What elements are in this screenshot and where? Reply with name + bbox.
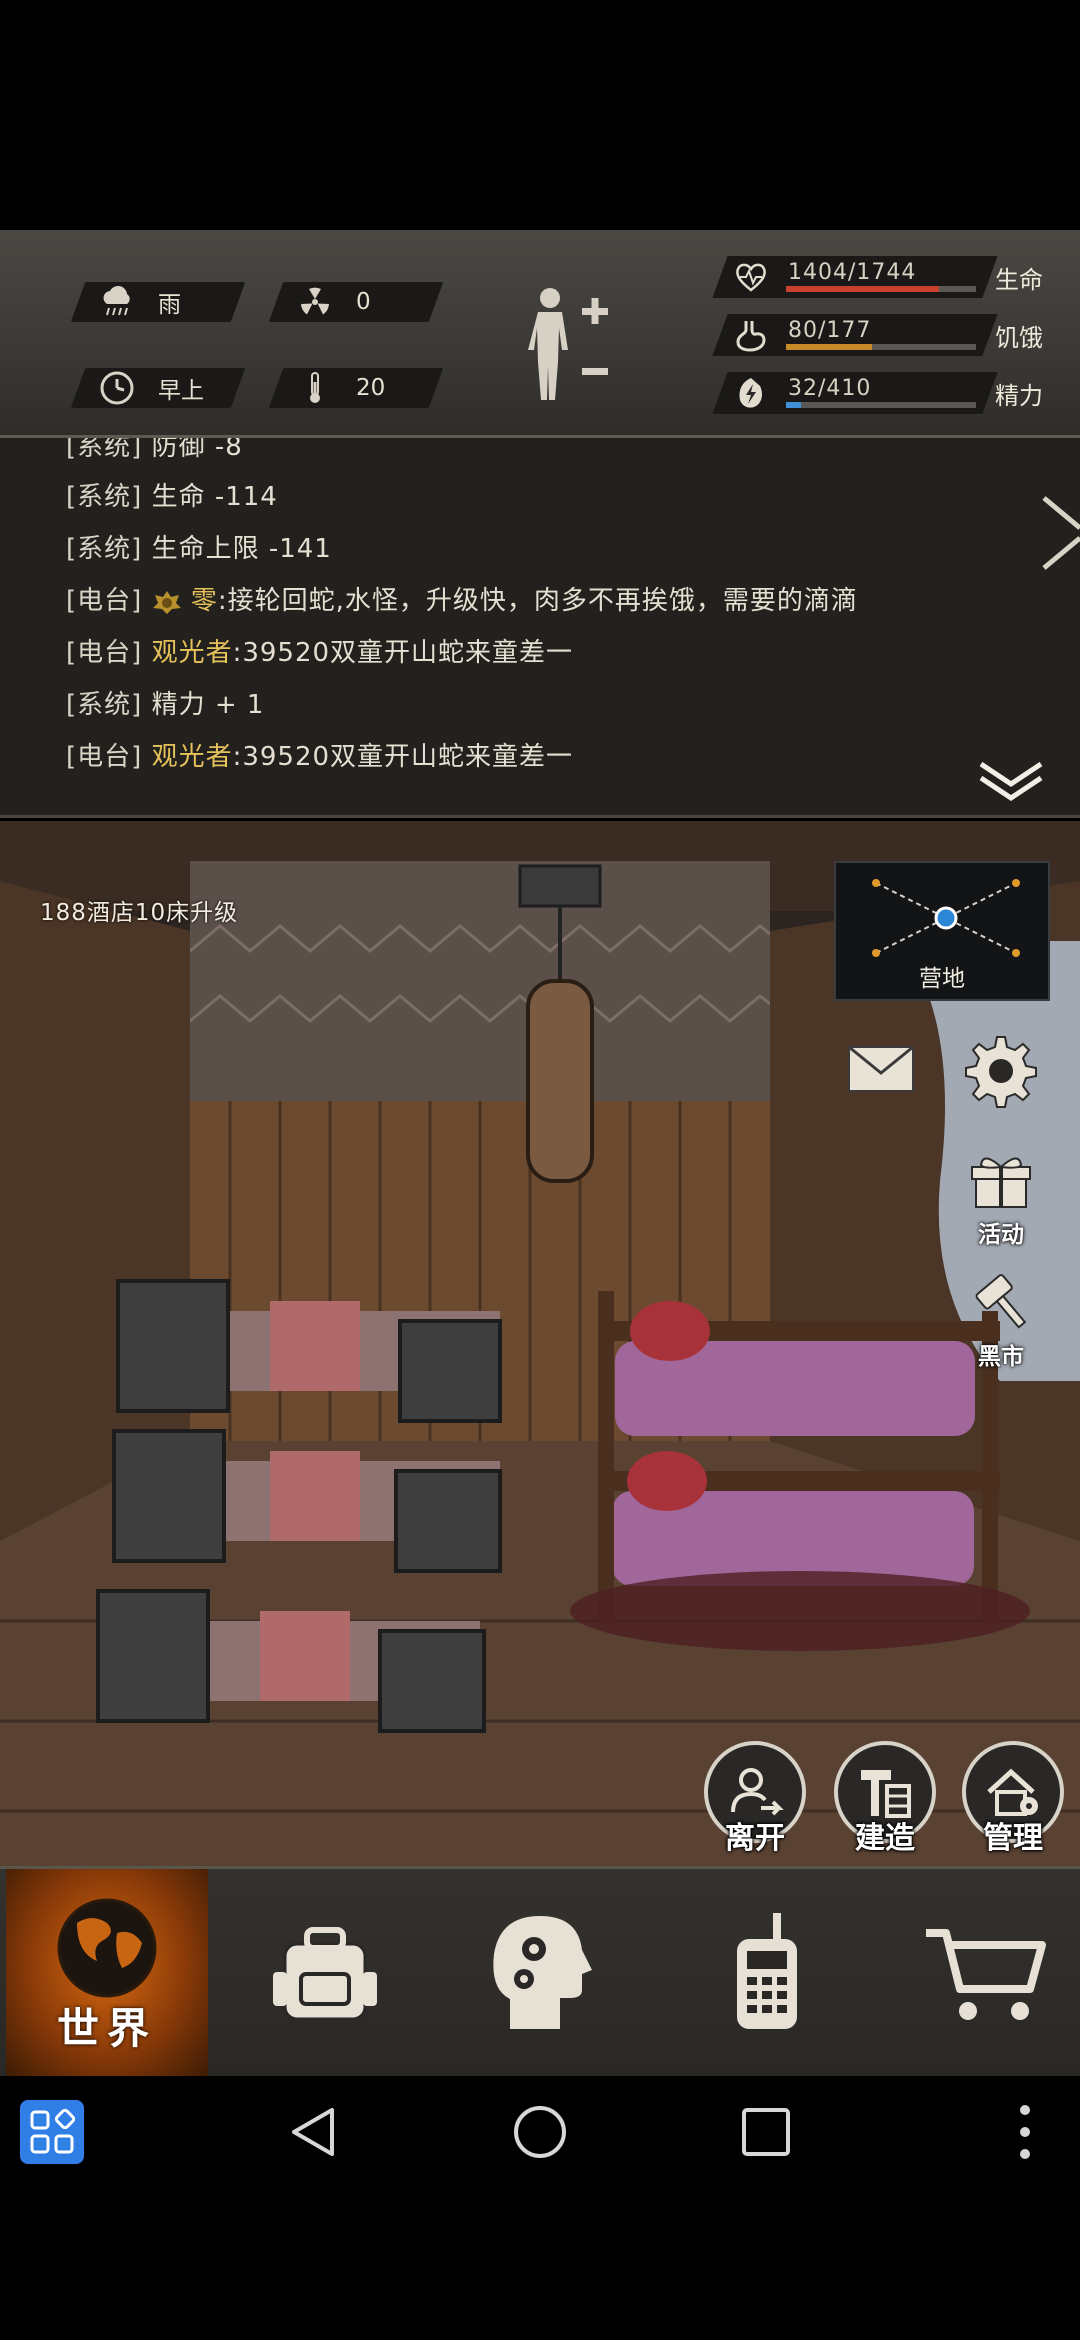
temperature-value: 20 — [356, 375, 386, 401]
backpack-icon — [273, 1927, 377, 2021]
temperature-slot: 20 — [268, 368, 444, 408]
time-value: 早上 — [158, 378, 204, 404]
radiation-slot: 0 — [268, 282, 444, 322]
minus-icon — [582, 368, 608, 375]
manage-label: 管理 — [983, 1821, 1043, 1856]
recents-icon[interactable] — [734, 2100, 798, 2164]
announcement-text: 188酒店10床升级 — [40, 900, 239, 926]
status-panel: 雨 0 早上 20 1404/1744 生命 80/177 饥饿 32/410 … — [0, 230, 1080, 438]
radiation-icon — [296, 283, 334, 321]
walkie-talkie-icon — [737, 1913, 797, 2029]
nav-radio[interactable] — [680, 1869, 850, 2079]
vital-hunger: 80/177 饥饿 — [712, 314, 1065, 356]
log-line: [系统] 防御 -8 — [66, 438, 243, 462]
log-line: [电台] 观光者:39520双童开山蛇来童差一 — [66, 638, 574, 668]
health-value: 1404/1744 — [788, 260, 917, 285]
vital-energy: 32/410 精力 — [712, 372, 1065, 414]
gift-icon — [971, 1157, 1031, 1208]
body-status-button[interactable] — [520, 280, 630, 405]
energy-value: 32/410 — [788, 376, 872, 401]
black-market-label: 黑市 — [978, 1344, 1024, 1370]
gear-icon — [965, 1036, 1037, 1108]
head-gears-icon — [493, 1916, 592, 2029]
hunger-value: 80/177 — [788, 318, 872, 343]
heart-pulse-icon — [734, 260, 768, 294]
health-label: 生命 — [995, 266, 1043, 294]
activity-button[interactable]: 活动 — [958, 1151, 1044, 1249]
thermometer-icon — [296, 369, 334, 407]
back-icon[interactable] — [282, 2100, 346, 2164]
nav-shop[interactable] — [900, 1869, 1070, 2079]
globe-icon — [57, 1898, 157, 1997]
activity-label: 活动 — [978, 1222, 1024, 1248]
shopping-cart-icon — [926, 1929, 1046, 2020]
message-log[interactable]: [系统] 防御 -8 [系统] 生命 -114 [系统] 生命上限 -141 [… — [0, 438, 1080, 818]
black-market-button[interactable]: 黑市 — [958, 1273, 1044, 1371]
hunger-bar — [786, 344, 976, 350]
home-icon[interactable] — [508, 2100, 572, 2164]
mail-button[interactable] — [838, 1039, 924, 1103]
top-black-band — [0, 0, 1080, 230]
log-line: [系统] 精力 + 1 — [66, 690, 265, 720]
map-network-icon — [872, 879, 1020, 957]
camp-map-label: 营地 — [919, 966, 965, 992]
camp-map-button[interactable]: 营地 — [834, 861, 1050, 1001]
bottom-black-band — [0, 2186, 1080, 2340]
camp-scene[interactable]: 188酒店10床升级 营地 活动 黑市 离开 建造 管理 — [0, 821, 1080, 1866]
time-slot: 早上 — [70, 368, 246, 408]
hunger-label: 饥饿 — [995, 324, 1043, 352]
leave-label: 离开 — [725, 1821, 785, 1856]
build-label: 建造 — [855, 1821, 915, 1856]
gavel-icon — [975, 1274, 1027, 1329]
settings-button[interactable] — [958, 1031, 1044, 1115]
close-icon[interactable] — [1036, 478, 1080, 588]
nav-world-label: 世界 — [56, 2003, 157, 2053]
bottom-nav: 世界 — [0, 1866, 1080, 2079]
energy-bolt-icon — [734, 376, 768, 410]
chevron-down-icon[interactable] — [976, 758, 1046, 802]
body-figure-icon — [528, 288, 568, 400]
nav-world[interactable]: 世界 — [6, 1869, 208, 2079]
weather-slot: 雨 — [70, 282, 246, 322]
vital-health: 1404/1744 生命 — [712, 256, 1065, 298]
clock-icon — [98, 369, 136, 407]
envelope-icon — [848, 1045, 914, 1092]
health-bar — [786, 286, 976, 292]
nav-skills[interactable] — [455, 1869, 625, 2079]
energy-bar — [786, 402, 976, 408]
build-button[interactable]: 建造 — [830, 1741, 940, 1856]
log-line: [电台] 零:接轮回蛇,水怪，升级快，肉多不再挨饿，需要的滴滴 — [66, 586, 858, 616]
system-nav-bar — [0, 2076, 1080, 2186]
log-line: [系统] 生命上限 -141 — [66, 534, 332, 564]
nav-inventory[interactable] — [240, 1869, 410, 2079]
app-launcher-icon[interactable] — [20, 2100, 84, 2164]
energy-label: 精力 — [995, 382, 1043, 410]
rain-cloud-icon — [98, 283, 136, 321]
more-options-icon[interactable] — [1000, 2100, 1050, 2164]
log-line: [电台] 观光者:39520双童开山蛇来童差一 — [66, 742, 574, 772]
vip-badge-icon — [152, 589, 182, 615]
weather-value: 雨 — [158, 292, 181, 318]
manage-button[interactable]: 管理 — [958, 1741, 1068, 1856]
stomach-icon — [734, 318, 768, 352]
plus-icon — [582, 298, 608, 324]
radiation-value: 0 — [356, 289, 371, 315]
leave-button[interactable]: 离开 — [700, 1741, 810, 1856]
log-line: [系统] 生命 -114 — [66, 482, 278, 512]
